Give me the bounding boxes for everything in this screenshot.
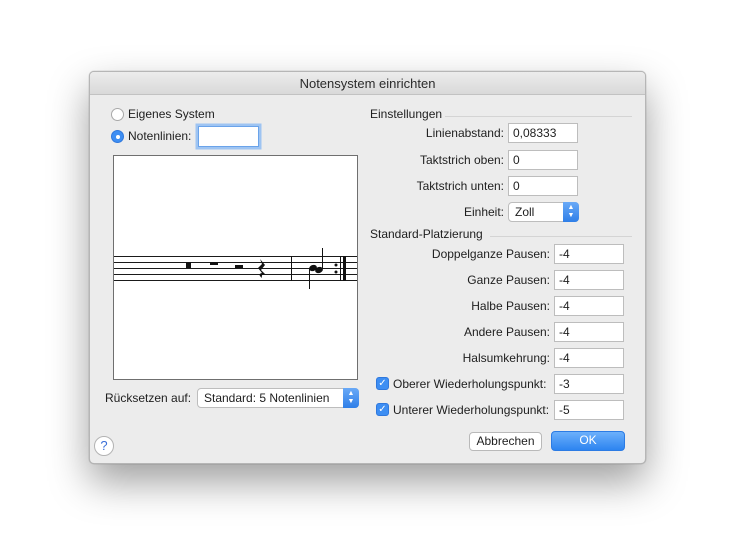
stem-reversal-label: Halsumkehrung: xyxy=(462,351,550,365)
repeat-thick-barline xyxy=(343,256,346,281)
settings-section-title: Einstellungen xyxy=(370,107,443,121)
lower-repeat-dot-label: Unterer Wiederholungspunkt: xyxy=(393,403,550,417)
barline-bottom-input[interactable]: 0 xyxy=(508,176,578,196)
other-rest-input[interactable]: -4 xyxy=(554,322,624,342)
popup-arrows-icon: ▲ ▼ xyxy=(343,388,359,408)
reset-popup[interactable]: Standard: 5 Notenlinien ▲ ▼ xyxy=(197,388,359,408)
whole-rest-label: Ganze Pausen: xyxy=(467,273,550,287)
half-rest-input[interactable]: -4 xyxy=(554,296,624,316)
staff-lines-label: Notenlinien: xyxy=(128,129,192,143)
unit-popup[interactable]: Zoll ▲ ▼ xyxy=(508,202,579,222)
reset-popup-value: Standard: 5 Notenlinien xyxy=(204,391,330,405)
settings-separator xyxy=(445,116,632,117)
reset-label: Rücksetzen auf: xyxy=(105,391,192,405)
double-whole-rest-label: Doppelganze Pausen: xyxy=(431,247,550,261)
staff-setup-dialog: Notensystem einrichten Eigenes System No… xyxy=(89,71,646,464)
half-rest-label: Halbe Pausen: xyxy=(471,299,550,313)
placement-separator xyxy=(490,236,632,237)
repeat-dot-upper xyxy=(334,263,338,267)
staff-lines-input[interactable] xyxy=(198,126,259,147)
double-whole-rest-input[interactable]: -4 xyxy=(554,244,624,264)
cancel-button[interactable]: Abbrechen xyxy=(469,432,542,451)
upper-repeat-dot-checkbox[interactable]: ✓ xyxy=(376,377,389,390)
double-whole-rest xyxy=(186,262,191,268)
unit-label: Einheit: xyxy=(463,205,504,219)
dialog-title: Notensystem einrichten xyxy=(90,72,645,95)
unit-popup-value: Zoll xyxy=(515,205,535,219)
upper-repeat-dot-label: Oberer Wiederholungspunkt: xyxy=(393,377,547,391)
line-spacing-input[interactable]: 0,08333 xyxy=(508,123,578,143)
barline-bottom-label: Taktstrich unten: xyxy=(416,179,504,193)
popup-arrows-icon: ▲ ▼ xyxy=(563,202,579,222)
help-button[interactable]: ? xyxy=(94,436,114,456)
lower-repeat-dot-input[interactable]: -5 xyxy=(554,400,624,420)
barline-top-input[interactable]: 0 xyxy=(508,150,578,170)
staff-lines-radio[interactable] xyxy=(111,130,124,143)
other-rest-label: Andere Pausen: xyxy=(463,325,550,339)
half-rest xyxy=(235,265,243,268)
own-system-radio[interactable] xyxy=(111,108,124,121)
stem-reversal-input[interactable]: -4 xyxy=(554,348,624,368)
upper-repeat-dot-input[interactable]: -3 xyxy=(554,374,624,394)
placement-section-title: Standard-Platzierung xyxy=(370,227,483,241)
own-system-label: Eigenes System xyxy=(128,107,215,121)
lower-repeat-dot-checkbox[interactable]: ✓ xyxy=(376,403,389,416)
staff-preview-graphic xyxy=(114,248,357,289)
whole-rest xyxy=(210,262,218,265)
staff-preview xyxy=(113,155,358,380)
ok-button[interactable]: OK xyxy=(551,431,625,451)
repeat-dot-lower xyxy=(334,270,338,274)
barline-top-label: Taktstrich oben: xyxy=(419,153,504,167)
whole-rest-input[interactable]: -4 xyxy=(554,270,624,290)
line-spacing-label: Linienabstand: xyxy=(425,126,504,140)
